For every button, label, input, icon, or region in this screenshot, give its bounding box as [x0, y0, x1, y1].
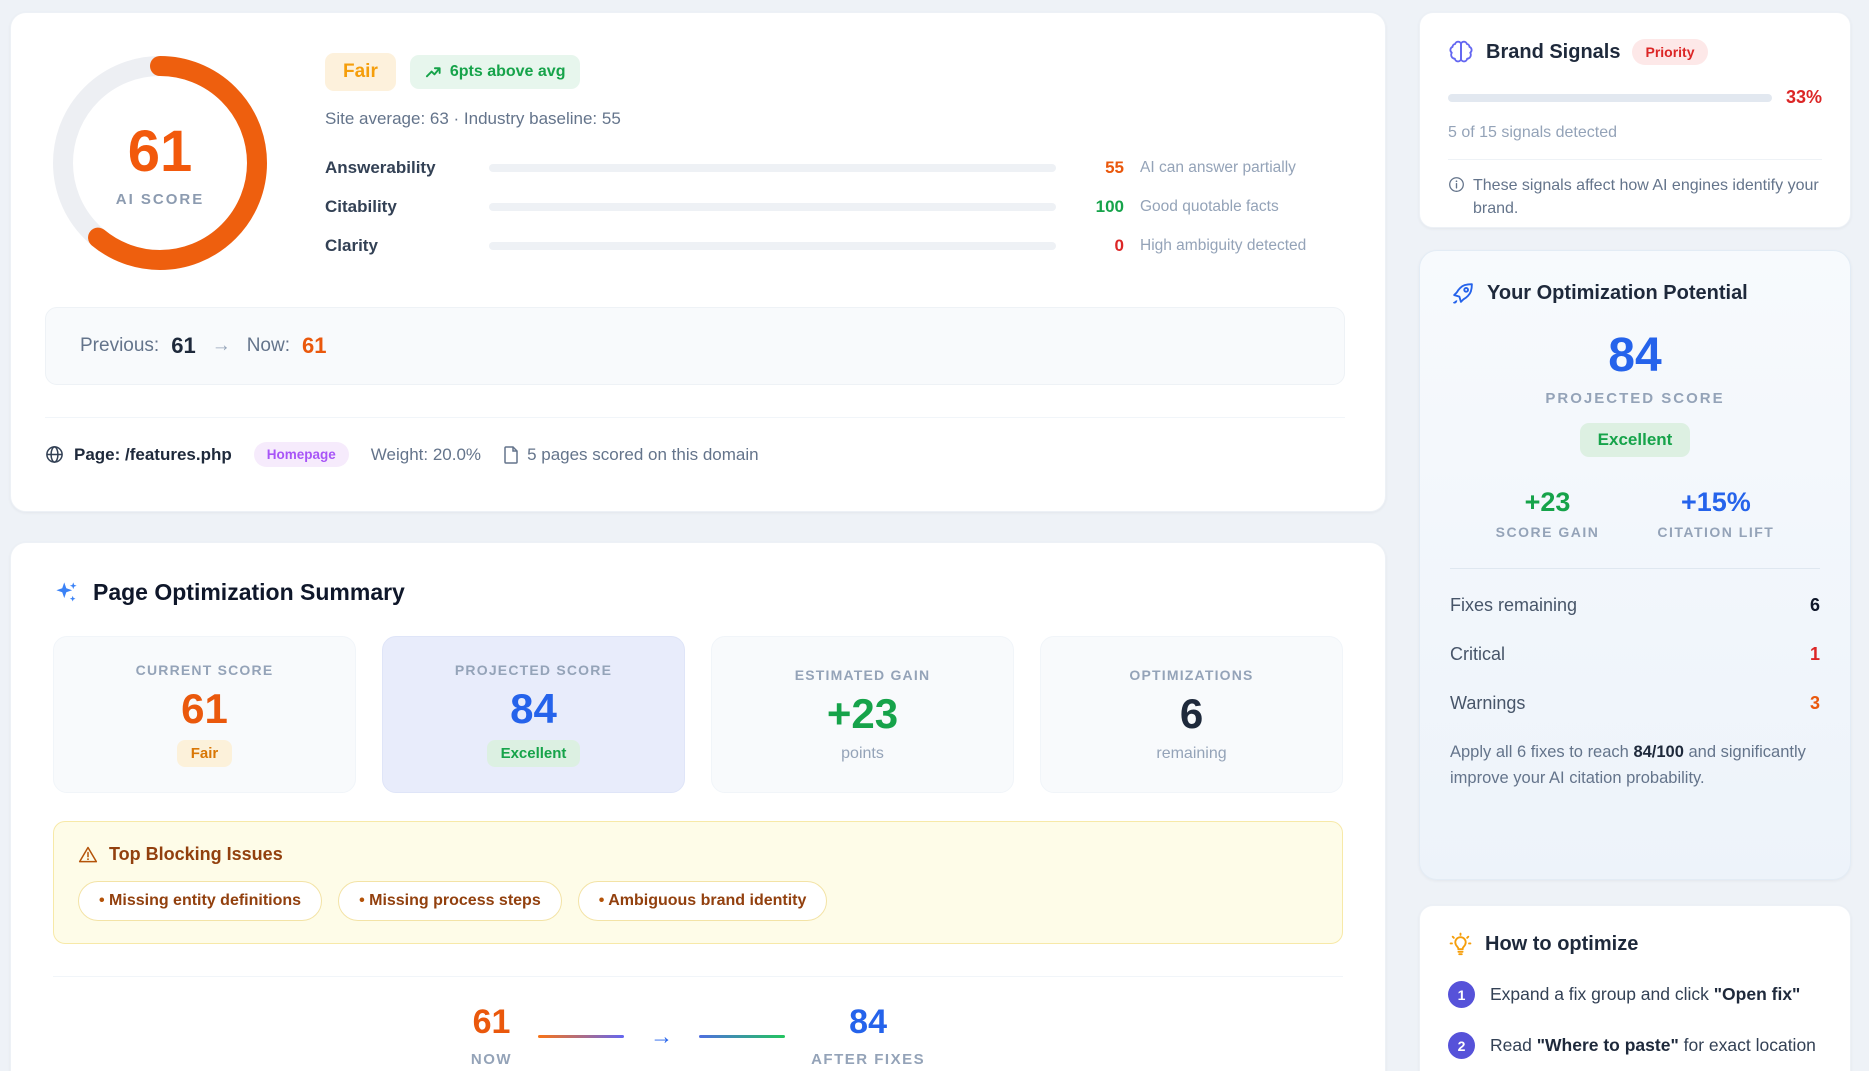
metric-desc: Good quotable facts — [1140, 198, 1345, 216]
rocket-icon — [1450, 281, 1475, 306]
top-blocking-issues-panel: Top Blocking Issues Missing entity defin… — [53, 821, 1343, 944]
document-icon — [503, 446, 519, 464]
score-after-fixes: 84 AFTER FIXES — [811, 1005, 925, 1068]
score-gain-stat: +23 SCORE GAIN — [1496, 489, 1600, 540]
metric-bar — [489, 164, 1056, 172]
excellent-badge: Excellent — [1580, 423, 1691, 457]
divider — [1448, 159, 1822, 160]
apply-note: Apply all 6 fixes to reach 84/100 and si… — [1450, 740, 1820, 791]
ai-score-card: 61 AI SCORE Fair 6pts above avg — [10, 12, 1386, 512]
page-name: Page: /features.php — [45, 445, 232, 465]
page-info-row: Page: /features.php Homepage Weight: 20.… — [45, 418, 1345, 467]
optimization-potential-card: Your Optimization Potential 84 PROJECTED… — [1419, 250, 1851, 880]
brand-signals-title: Brand Signals — [1486, 41, 1620, 64]
rating-badge: Fair — [325, 53, 396, 91]
signals-detected: 5 of 15 signals detected — [1448, 124, 1822, 142]
brain-icon — [1448, 39, 1474, 65]
metric-row-clarity: Clarity 0 High ambiguity detected — [325, 231, 1345, 261]
page-weight: Weight: 20.0% — [371, 445, 481, 465]
trend-badge: 6pts above avg — [410, 55, 581, 89]
issue-pill[interactable]: Missing entity definitions — [78, 881, 322, 921]
stat-current-score: CURRENT SCORE 61 Fair — [53, 636, 356, 793]
metric-row-citability: Citability 100 Good quotable facts — [325, 192, 1345, 222]
stat-projected-score: PROJECTED SCORE 84 Excellent — [382, 636, 685, 793]
averages-line: Site average: 63 · Industry baseline: 55 — [325, 109, 1345, 129]
step-number-badge: 2 — [1448, 1032, 1475, 1059]
gradient-line — [538, 1035, 624, 1038]
main-column: 61 AI SCORE Fair 6pts above avg — [10, 12, 1386, 1071]
stat-estimated-gain: ESTIMATED GAIN +23 points — [711, 636, 1014, 793]
projected-score-label: PROJECTED SCORE — [1450, 390, 1820, 407]
howto-step-1: 1 Expand a fix group and click "Open fix… — [1448, 981, 1822, 1008]
score-top-section: 61 AI SCORE Fair 6pts above avg — [45, 47, 1345, 279]
pages-scored: 5 pages scored on this domain — [503, 445, 759, 465]
score-history: Previous: 61 → Now: 61 — [45, 307, 1345, 385]
metric-desc: AI can answer partially — [1140, 159, 1345, 177]
info-icon — [1448, 176, 1465, 193]
brand-signals-card: Brand Signals Priority 33% 5 of 15 signa… — [1419, 12, 1851, 228]
history-arrow-icon: → — [208, 335, 235, 357]
how-to-optimize-card: How to optimize 1 Expand a fix group and… — [1419, 905, 1851, 1071]
arrow-right-icon: → — [650, 1023, 673, 1050]
side-column: Brand Signals Priority 33% 5 of 15 signa… — [1419, 12, 1851, 1071]
metric-desc: High ambiguity detected — [1140, 237, 1345, 255]
signals-note: These signals affect how AI engines iden… — [1448, 174, 1822, 220]
ai-score-gauge: 61 AI SCORE — [45, 47, 275, 279]
optimization-summary-card: Page Optimization Summary CURRENT SCORE … — [10, 542, 1386, 1071]
page-type-badge: Homepage — [254, 442, 349, 467]
metric-label: Citability — [325, 197, 489, 217]
ai-score-label: AI SCORE — [116, 191, 205, 208]
summary-stats: CURRENT SCORE 61 Fair PROJECTED SCORE 84… — [53, 636, 1343, 793]
trend-badge-label: 6pts above avg — [450, 63, 566, 81]
summary-title: Page Optimization Summary — [93, 579, 405, 606]
potential-title: Your Optimization Potential — [1487, 282, 1748, 305]
issue-pill[interactable]: Missing process steps — [338, 881, 562, 921]
previous-label: Previous: — [80, 335, 159, 357]
step-number-badge: 1 — [1448, 981, 1475, 1008]
ai-score-value: 61 — [128, 123, 193, 181]
priority-badge: Priority — [1632, 39, 1707, 65]
warnings-row: Warnings 3 — [1450, 679, 1820, 728]
dashboard: 61 AI SCORE Fair 6pts above avg — [0, 0, 1869, 1071]
score-now: 61 NOW — [471, 1005, 512, 1068]
critical-row: Critical 1 — [1450, 630, 1820, 679]
metric-value: 0 — [1068, 236, 1124, 256]
metric-label: Answerability — [325, 158, 489, 178]
fixes-remaining-row: Fixes remaining 6 — [1450, 581, 1820, 630]
gradient-line — [699, 1035, 785, 1038]
projected-score-value: 84 — [1450, 332, 1820, 380]
howto-step-2: 2 Read "Where to paste" for exact locati… — [1448, 1032, 1822, 1059]
issue-pill[interactable]: Ambiguous brand identity — [578, 881, 828, 921]
metric-row-answerability: Answerability 55 AI can answer partially — [325, 153, 1345, 183]
divider — [1450, 568, 1820, 569]
previous-value: 61 — [171, 333, 195, 359]
now-value: 61 — [302, 333, 326, 359]
globe-icon — [45, 445, 64, 464]
metric-value: 100 — [1068, 197, 1124, 217]
signals-progress: 33% — [1448, 87, 1822, 108]
before-after-comparison: 61 NOW → 84 AFTER FIXES — [53, 977, 1343, 1071]
metric-bar — [489, 203, 1056, 211]
metric-bar — [489, 242, 1056, 250]
signals-percent: 33% — [1786, 87, 1822, 108]
trend-up-icon — [425, 64, 442, 81]
howto-title: How to optimize — [1485, 933, 1638, 956]
stat-optimizations: OPTIMIZATIONS 6 remaining — [1040, 636, 1343, 793]
now-label: Now: — [247, 335, 290, 357]
stat-badge: Fair — [177, 740, 233, 767]
lightbulb-icon — [1448, 932, 1473, 957]
citation-lift-stat: +15% CITATION LIFT — [1657, 489, 1774, 540]
stat-badge: Excellent — [487, 740, 581, 767]
sparkles-icon — [53, 579, 80, 606]
metric-label: Clarity — [325, 236, 489, 256]
blocking-title: Top Blocking Issues — [109, 844, 283, 865]
metric-value: 55 — [1068, 158, 1124, 178]
progress-bar — [1448, 94, 1772, 102]
warning-triangle-icon — [78, 845, 98, 865]
